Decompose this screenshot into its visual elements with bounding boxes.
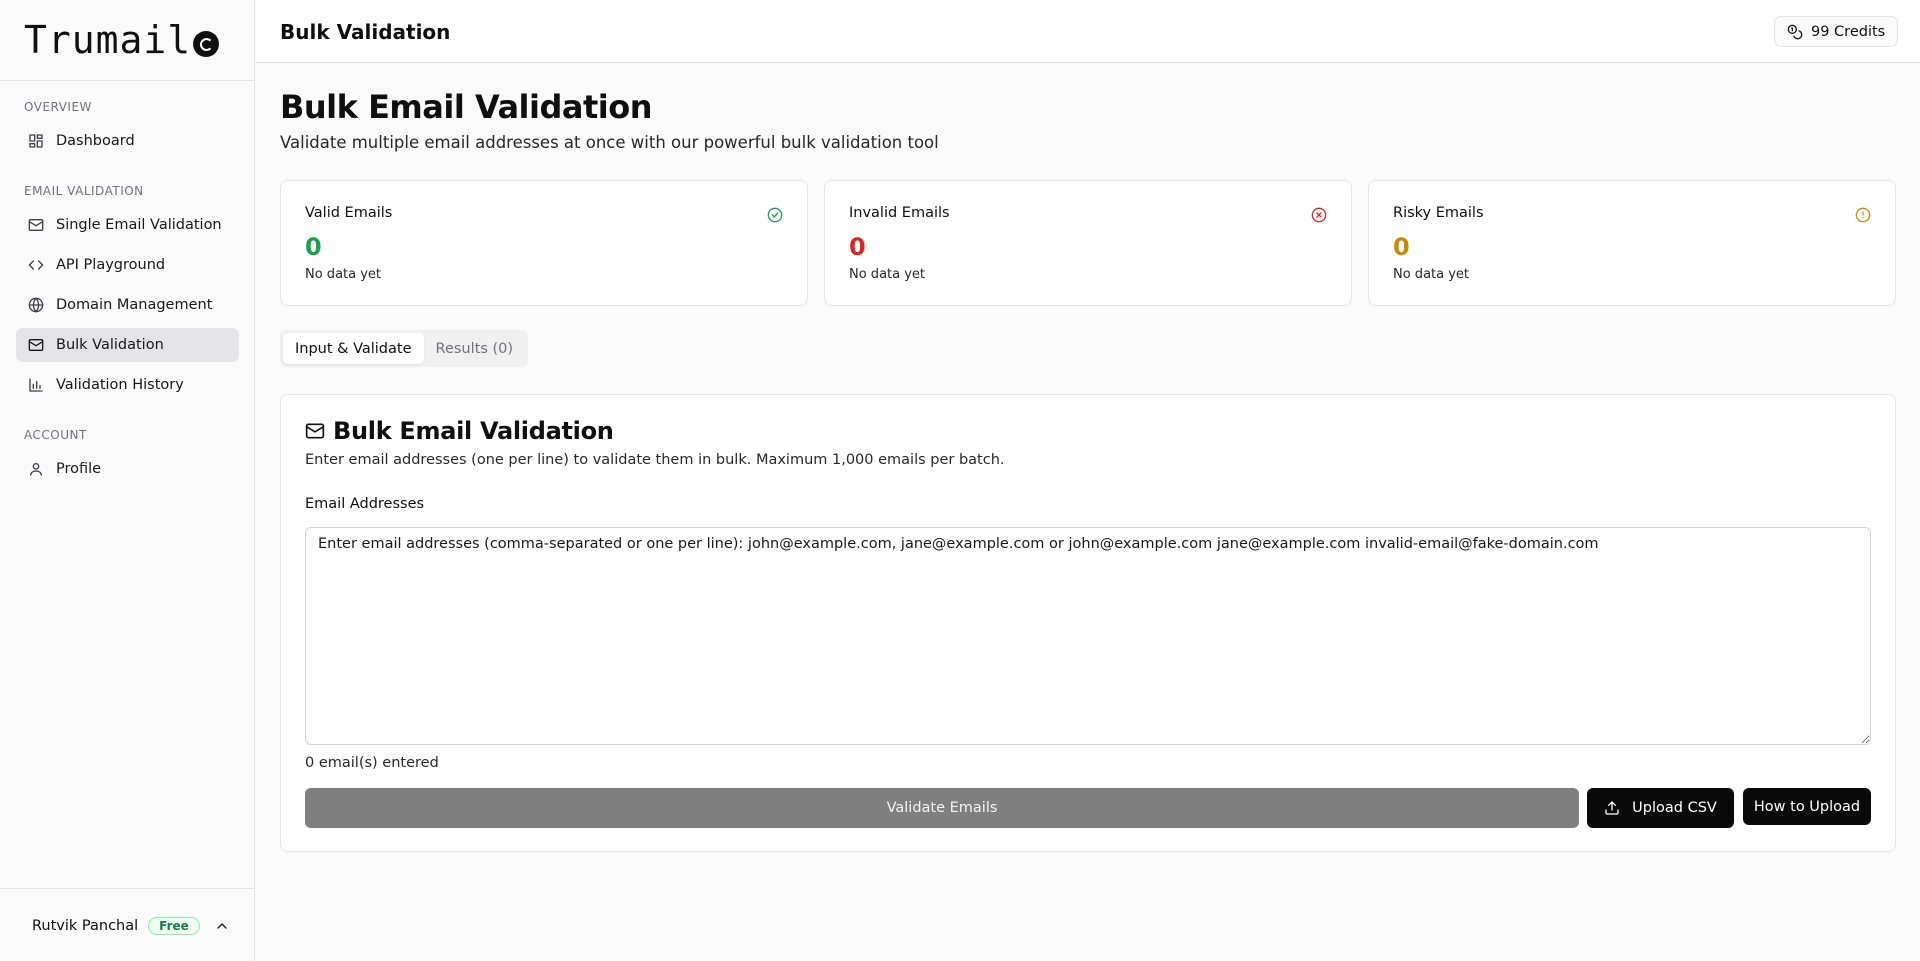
section-label-overview: OVERVIEW (24, 100, 92, 114)
tab-results[interactable]: Results (0) (424, 333, 526, 364)
sidebar-item-validation-history[interactable]: Validation History (16, 368, 239, 402)
sidebar-item-label: Single Email Validation (56, 217, 222, 233)
x-circle-icon (1311, 207, 1327, 223)
stat-label: Invalid Emails (849, 205, 950, 221)
stat-value: 0 (849, 233, 866, 261)
validate-emails-button[interactable]: Validate Emails (305, 788, 1579, 828)
stat-card-invalid: Invalid Emails 0 No data yet (824, 180, 1352, 306)
upload-csv-button[interactable]: Upload CSV (1587, 788, 1734, 828)
credits-label: 99 Credits (1811, 23, 1886, 40)
stat-card-risky: Risky Emails 0 No data yet (1368, 180, 1896, 306)
logo[interactable]: Trumail (24, 18, 220, 62)
sidebar-divider (0, 80, 255, 81)
tab-input-validate[interactable]: Input & Validate (283, 333, 424, 364)
sidebar-item-label: Profile (56, 461, 102, 477)
tab-list: Input & Validate Results (0) (280, 330, 529, 367)
panel-title-text: Bulk Email Validation (333, 417, 614, 445)
email-count: 0 email(s) entered (305, 755, 439, 771)
top-header: Bulk Validation 99 Credits (256, 0, 1920, 63)
alert-circle-icon (1855, 207, 1871, 223)
how-to-upload-button[interactable]: How to Upload (1743, 788, 1871, 825)
logo-swirl-icon (193, 31, 220, 57)
globe-icon (28, 297, 44, 313)
stat-value: 0 (305, 233, 322, 261)
sidebar-item-profile[interactable]: Profile (16, 452, 239, 486)
stat-label: Valid Emails (305, 205, 393, 221)
stat-label: Risky Emails (1393, 205, 1484, 221)
credits-button[interactable]: 99 Credits (1774, 16, 1899, 47)
sidebar-item-label: Bulk Validation (56, 337, 164, 353)
section-label-account: ACCOUNT (24, 428, 87, 442)
header-title: Bulk Validation (280, 20, 451, 44)
mail-icon (28, 219, 44, 231)
sidebar-item-label: Validation History (56, 377, 184, 393)
user-icon (30, 463, 42, 476)
mail-icon (305, 423, 325, 439)
bulk-validation-panel: Bulk Email Validation Enter email addres… (280, 394, 1896, 852)
mail-icon (28, 339, 44, 351)
sidebar-item-label: API Playground (56, 257, 166, 273)
check-circle-icon (767, 207, 783, 223)
section-label-email-validation: EMAIL VALIDATION (24, 184, 144, 198)
coins-icon (1787, 24, 1803, 39)
main-content: Bulk Email Validation Validate multiple … (256, 64, 1920, 961)
sidebar-item-single-email-validation[interactable]: Single Email Validation (16, 208, 239, 242)
sidebar-item-api-playground[interactable]: API Playground (16, 248, 239, 282)
stat-value: 0 (1393, 233, 1410, 261)
sidebar-item-bulk-validation[interactable]: Bulk Validation (16, 328, 239, 362)
user-menu[interactable]: Rutvik Panchal Free (32, 914, 200, 938)
sidebar-divider (0, 888, 255, 889)
stat-subtext: No data yet (849, 267, 926, 282)
page-title: Bulk Email Validation (280, 88, 653, 126)
sidebar-item-label: Dashboard (56, 133, 135, 149)
user-name: Rutvik Panchal (32, 918, 139, 934)
chevron-up-icon[interactable] (214, 918, 230, 934)
bar-chart-icon (29, 378, 43, 392)
email-addresses-textarea[interactable] (305, 527, 1871, 745)
stat-subtext: No data yet (305, 267, 382, 282)
panel-title: Bulk Email Validation (305, 417, 614, 445)
panel-description: Enter email addresses (one per line) to … (305, 452, 1005, 468)
email-addresses-label: Email Addresses (305, 496, 425, 512)
stat-card-valid: Valid Emails 0 No data yet (280, 180, 808, 306)
logo-text: Trumail (24, 18, 192, 62)
page-subtitle: Validate multiple email addresses at onc… (280, 133, 939, 152)
code-icon (28, 260, 44, 270)
upload-icon (1605, 801, 1619, 815)
stat-subtext: No data yet (1393, 267, 1470, 282)
dashboard-grid-icon (29, 134, 43, 148)
sidebar: Trumail OVERVIEW Dashboard EMAIL VALIDAT… (0, 0, 255, 961)
plan-badge: Free (148, 917, 200, 935)
sidebar-item-label: Domain Management (56, 297, 213, 313)
upload-csv-label: Upload CSV (1632, 800, 1717, 816)
sidebar-item-domain-management[interactable]: Domain Management (16, 288, 239, 322)
sidebar-item-dashboard[interactable]: Dashboard (16, 124, 239, 158)
